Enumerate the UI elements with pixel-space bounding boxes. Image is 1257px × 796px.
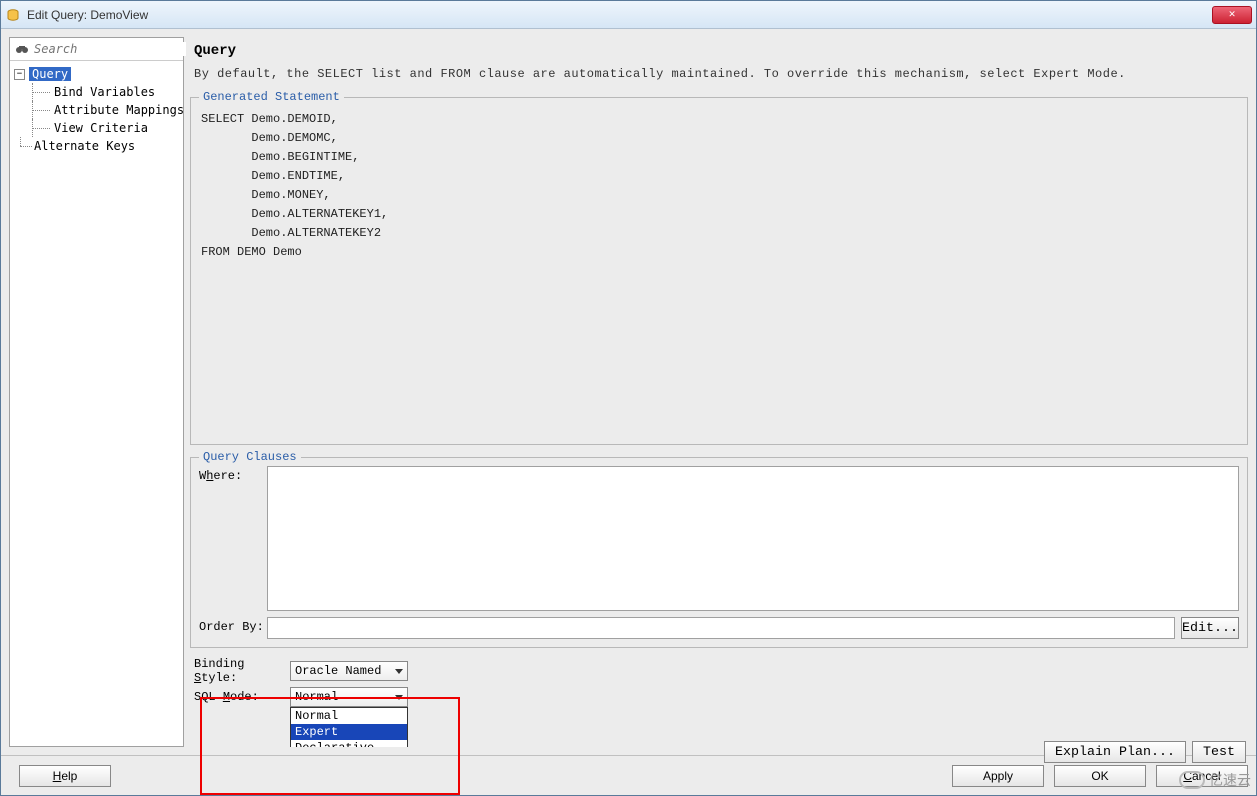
search-input[interactable] bbox=[34, 42, 186, 56]
binding-style-label: Binding Style: bbox=[194, 657, 290, 685]
tree-node-bind-variables[interactable]: Bind Variables bbox=[12, 83, 181, 101]
sql-mode-option-declarative[interactable]: Declarative bbox=[291, 740, 407, 747]
apply-button[interactable]: Apply bbox=[952, 765, 1044, 787]
sql-mode-option-expert[interactable]: Expert bbox=[291, 724, 407, 740]
binoculars-icon bbox=[14, 41, 30, 57]
tree-node-attribute-mappings[interactable]: Attribute Mappings bbox=[12, 101, 181, 119]
page-description: By default, the SELECT list and FROM cla… bbox=[190, 67, 1248, 91]
chevron-down-icon bbox=[395, 669, 403, 674]
binding-style-combo[interactable]: Oracle Named bbox=[290, 661, 408, 681]
orderby-label: Order By: bbox=[199, 617, 267, 634]
sql-mode-combo[interactable]: Normal Normal Expert Declarative bbox=[290, 687, 408, 707]
search-row bbox=[10, 38, 183, 61]
cloud-icon bbox=[1179, 771, 1205, 789]
tree-label: Query bbox=[29, 67, 71, 81]
plan-test-actions: Explain Plan... Test bbox=[1044, 741, 1246, 763]
sql-mode-row: SQL Mode: Normal Normal Expert Declarati… bbox=[194, 686, 1244, 708]
collapse-icon[interactable]: − bbox=[14, 69, 25, 80]
where-input[interactable] bbox=[267, 466, 1239, 611]
sql-mode-option-normal[interactable]: Normal bbox=[291, 708, 407, 724]
sql-mode-label: SQL Mode: bbox=[194, 690, 290, 704]
generated-sql: SELECT Demo.DEMOID, Demo.DEMOMC, Demo.BE… bbox=[199, 106, 1239, 436]
generated-statement-group: Generated Statement SELECT Demo.DEMOID, … bbox=[190, 97, 1248, 445]
watermark: 亿速云 bbox=[1179, 770, 1251, 790]
tree-node-alternate-keys[interactable]: Alternate Keys bbox=[12, 137, 181, 155]
orderby-input[interactable] bbox=[267, 617, 1175, 639]
app-icon bbox=[5, 7, 21, 23]
window-title: Edit Query: DemoView bbox=[27, 8, 1212, 22]
generated-legend: Generated Statement bbox=[199, 90, 344, 104]
help-button[interactable]: Help bbox=[19, 765, 111, 787]
clauses-legend: Query Clauses bbox=[199, 450, 301, 464]
ok-button[interactable]: OK bbox=[1054, 765, 1146, 787]
tree-node-view-criteria[interactable]: View Criteria bbox=[12, 119, 181, 137]
nav-tree: − Query Bind Variables Attribute Mapping… bbox=[10, 61, 183, 159]
content-area: − Query Bind Variables Attribute Mapping… bbox=[1, 29, 1256, 755]
chevron-down-icon bbox=[395, 695, 403, 700]
editor-pane: Query By default, the SELECT list and FR… bbox=[190, 37, 1248, 747]
explain-plan-button[interactable]: Explain Plan... bbox=[1044, 741, 1186, 763]
edit-button[interactable]: Edit... bbox=[1181, 617, 1239, 639]
page-title: Query bbox=[190, 37, 1248, 67]
navigator-pane: − Query Bind Variables Attribute Mapping… bbox=[9, 37, 184, 747]
dialog-window: Edit Query: DemoView ✕ − Query Bind Vari… bbox=[0, 0, 1257, 796]
where-row: Where: bbox=[199, 466, 1239, 611]
query-clauses-group: Query Clauses Where: Order By: Edit... bbox=[190, 457, 1248, 648]
orderby-row: Order By: Edit... bbox=[199, 617, 1239, 639]
close-button[interactable]: ✕ bbox=[1212, 6, 1252, 24]
tree-node-query[interactable]: − Query bbox=[12, 65, 181, 83]
sql-mode-dropdown: Normal Expert Declarative bbox=[290, 707, 408, 747]
test-button[interactable]: Test bbox=[1192, 741, 1246, 763]
binding-style-row: Binding Style: Oracle Named bbox=[194, 660, 1244, 682]
titlebar: Edit Query: DemoView ✕ bbox=[1, 1, 1256, 29]
where-label: Where: bbox=[199, 466, 267, 483]
bottom-options: Binding Style: Oracle Named SQL Mode: No… bbox=[190, 654, 1248, 710]
